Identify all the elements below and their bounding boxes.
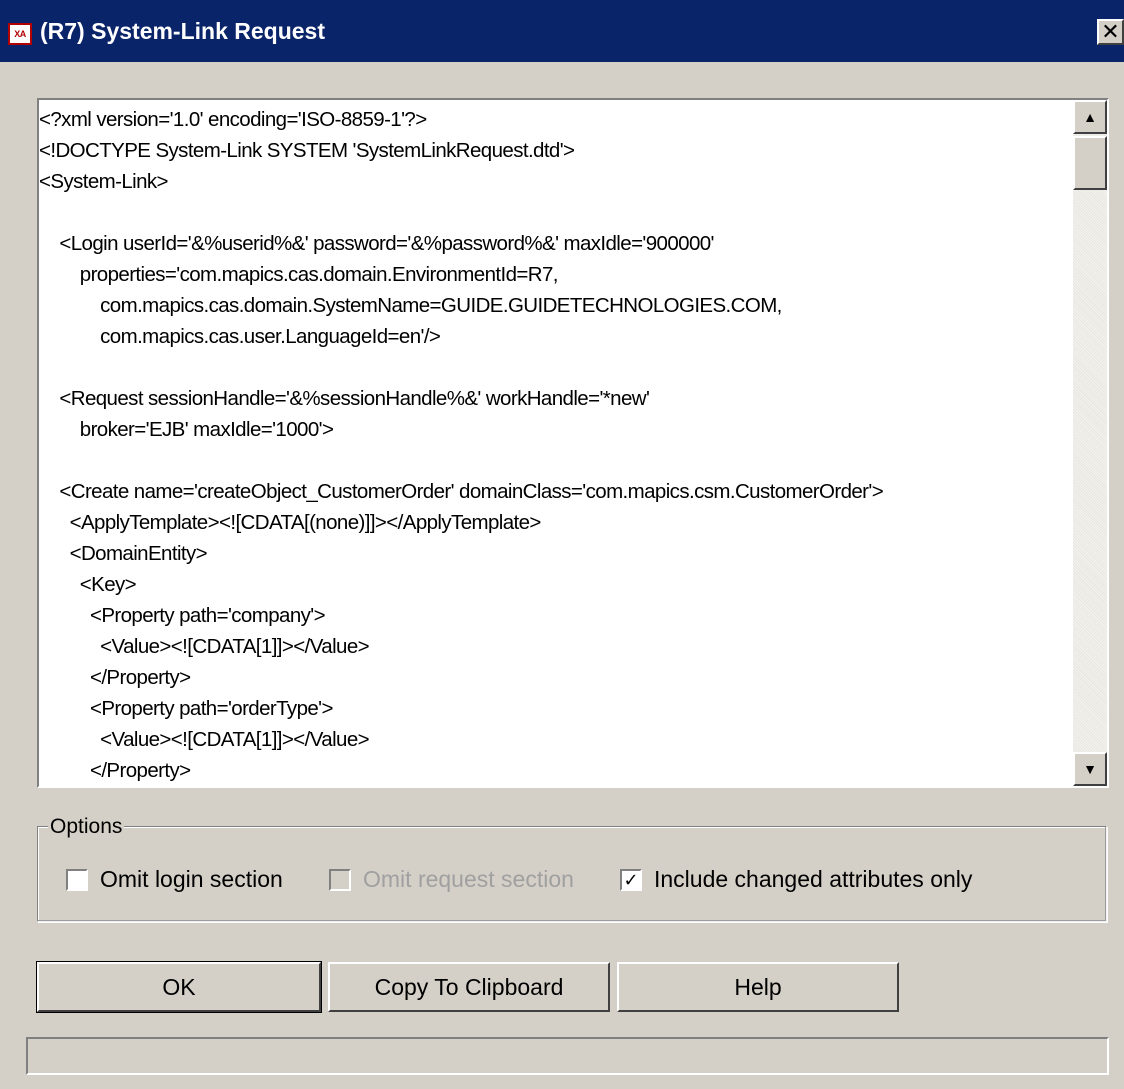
xml-line	[39, 197, 1069, 228]
xml-line: properties='com.mapics.cas.domain.Enviro…	[39, 263, 559, 286]
xml-line: <System-Link>	[39, 170, 169, 193]
xml-line: com.mapics.cas.user.LanguageId=en'/>	[39, 325, 441, 348]
changed-only-checkbox[interactable]: ✓ Include changed attributes only	[620, 866, 972, 893]
title-bar[interactable]: XA (R7) System-Link Request ✕	[0, 0, 1124, 62]
scroll-down-arrow-icon[interactable]: ▼	[1073, 752, 1107, 786]
xml-line: <Request sessionHandle='&%sessionHandle%…	[39, 387, 650, 410]
xml-line	[39, 445, 1069, 476]
omit-request-checkbox: Omit request section	[329, 866, 574, 893]
xml-line: <DomainEntity>	[39, 542, 208, 565]
omit-login-checkbox[interactable]: Omit login section	[66, 866, 283, 893]
xml-line: broker='EJB' maxIdle='1000'>	[39, 418, 334, 441]
omit-request-checkbox-box	[329, 868, 351, 891]
xml-line: <?xml version='1.0' encoding='ISO-8859-1…	[39, 108, 427, 131]
xa-app-icon[interactable]: XA	[8, 23, 32, 45]
xml-line: <Property path='company'>	[39, 604, 326, 627]
options-legend: Options	[48, 815, 125, 839]
xml-line: <Value><![CDATA[1]]></Value>	[39, 635, 370, 658]
scroll-up-arrow-icon[interactable]: ▲	[1073, 100, 1107, 134]
xml-request-textarea[interactable]: <?xml version='1.0' encoding='ISO-8859-1…	[37, 98, 1109, 788]
status-bar	[26, 1037, 1109, 1075]
xml-line: <!DOCTYPE System-Link SYSTEM 'SystemLink…	[39, 139, 575, 162]
xml-line: <Create name='createObject_CustomerOrder…	[39, 480, 884, 503]
copy-to-clipboard-button[interactable]: Copy To Clipboard	[328, 962, 610, 1012]
xml-line: <Key>	[39, 573, 137, 596]
vertical-scrollbar[interactable]: ▲ ▼	[1073, 100, 1107, 786]
xml-line: </Property>	[39, 666, 191, 689]
xml-line: com.mapics.cas.domain.SystemName=GUIDE.G…	[39, 294, 782, 317]
scroll-thumb[interactable]	[1073, 136, 1107, 190]
close-icon[interactable]: ✕	[1097, 19, 1124, 45]
xml-line: <Property path='orderType'>	[39, 697, 334, 720]
xml-line: </Property>	[39, 759, 191, 782]
window-title: (R7) System-Link Request	[40, 18, 326, 44]
ok-button[interactable]: OK	[36, 961, 322, 1013]
help-button[interactable]: Help	[617, 962, 899, 1012]
xml-line: <Value><![CDATA[1]]></Value>	[39, 728, 370, 751]
changed-only-checkbox-box[interactable]: ✓	[620, 868, 642, 891]
xml-line: <Login userId='&%userid%&' password='&%p…	[39, 232, 714, 255]
xml-content[interactable]: <?xml version='1.0' encoding='ISO-8859-1…	[39, 104, 1069, 786]
xml-line	[39, 352, 1069, 383]
omit-login-label: Omit login section	[100, 866, 283, 892]
omit-login-checkbox-box[interactable]	[66, 868, 88, 891]
changed-only-label: Include changed attributes only	[654, 866, 973, 892]
xml-line: <ApplyTemplate><![CDATA[(none)]]></Apply…	[39, 511, 542, 534]
omit-request-label: Omit request section	[363, 866, 574, 892]
